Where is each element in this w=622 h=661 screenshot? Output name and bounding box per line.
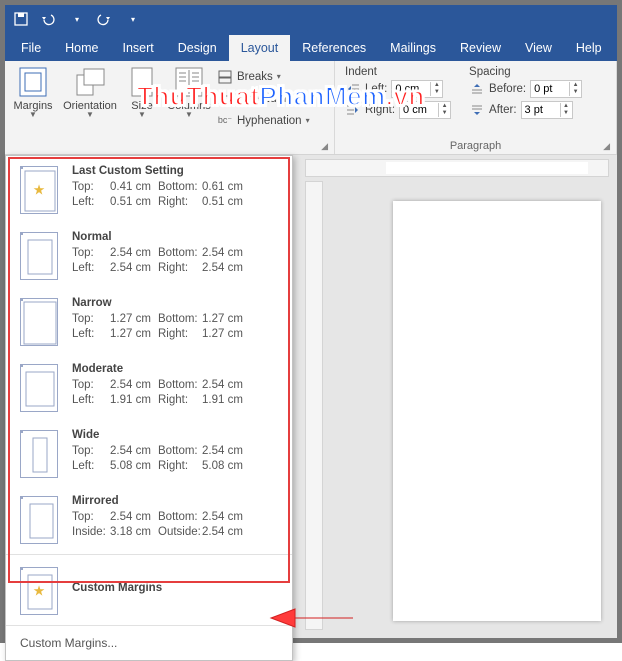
indent-left-input[interactable]: ▲▼ bbox=[391, 80, 443, 98]
ribbon-tabs: File Home Insert Design Layout Reference… bbox=[5, 33, 617, 61]
size-icon bbox=[126, 66, 158, 98]
vertical-ruler[interactable] bbox=[305, 181, 323, 630]
tab-home[interactable]: Home bbox=[53, 35, 110, 61]
document-page[interactable] bbox=[393, 201, 601, 621]
spacing-after-icon bbox=[469, 102, 485, 118]
tab-mailings[interactable]: Mailings bbox=[378, 35, 448, 61]
orientation-button[interactable]: Orientation▼ bbox=[61, 64, 119, 119]
margins-option-custom[interactable]: Custom Margins bbox=[6, 557, 292, 623]
tab-file[interactable]: File bbox=[9, 35, 53, 61]
margins-option-title: Normal bbox=[72, 230, 250, 246]
group-page-setup: Margins▼ Orientation▼ Size▼ Columns▼ Bre… bbox=[5, 61, 335, 154]
indent-left-icon bbox=[345, 81, 361, 97]
margins-thumb-icon bbox=[20, 166, 58, 214]
spacing-before-input[interactable]: ▲▼ bbox=[530, 80, 582, 98]
columns-icon bbox=[173, 66, 205, 98]
breaks-button[interactable]: Breaks ▾ bbox=[217, 66, 317, 87]
spacing-before-icon bbox=[469, 81, 485, 97]
indent-right-icon bbox=[345, 102, 361, 118]
breaks-label: Breaks bbox=[237, 71, 273, 83]
qat-customize-icon[interactable]: ▾ bbox=[69, 11, 85, 27]
custom-margins-link[interactable]: Custom Margins... bbox=[6, 628, 292, 660]
svg-text:2: 2 bbox=[218, 100, 222, 106]
spacing-after-label: After: bbox=[489, 104, 516, 116]
margins-thumb-icon bbox=[20, 298, 58, 346]
indent-right-label: Right: bbox=[365, 104, 395, 116]
paragraph-group-label: Paragraph bbox=[450, 140, 501, 152]
horizontal-ruler[interactable] bbox=[305, 159, 609, 177]
page-setup-dialog-launcher[interactable]: ◢ bbox=[321, 141, 328, 152]
quick-access-toolbar: ▾ ▾ bbox=[5, 5, 617, 33]
margins-icon bbox=[17, 66, 49, 98]
margins-thumb-icon bbox=[20, 496, 58, 544]
hyphenation-icon: bc⁻ bbox=[217, 113, 233, 129]
touch-mode-icon[interactable]: ▾ bbox=[125, 11, 141, 27]
columns-button[interactable]: Columns▼ bbox=[165, 64, 213, 119]
tab-view[interactable]: View bbox=[513, 35, 564, 61]
margins-option-title: Moderate bbox=[72, 362, 250, 378]
margins-option-title: Mirrored bbox=[72, 494, 250, 510]
spacing-section: Spacing Before: ▲▼ After: ▲▼ bbox=[469, 66, 582, 139]
margins-option-narrow[interactable]: Narrow Top:1.27 cmBottom:1.27 cm Left:1.… bbox=[6, 288, 292, 354]
hyphenation-label: Hyphenation bbox=[237, 115, 302, 127]
margins-option-mirrored[interactable]: Mirrored Top:2.54 cmBottom:2.54 cm Insid… bbox=[6, 486, 292, 552]
size-button[interactable]: Size▼ bbox=[123, 64, 161, 119]
margins-dropdown: Last Custom Setting Top:0.41 cmBottom:0.… bbox=[5, 155, 293, 661]
spacing-after-input[interactable]: ▲▼ bbox=[521, 101, 573, 119]
margins-button[interactable]: Margins▼ bbox=[9, 64, 57, 119]
paragraph-dialog-launcher[interactable]: ◢ bbox=[603, 141, 610, 152]
indent-section: Indent Left: ▲▼ Right: ▲▼ bbox=[345, 66, 451, 139]
group-paragraph: Indent Left: ▲▼ Right: ▲▼ Spacing Before… bbox=[335, 61, 617, 154]
indent-right-input[interactable]: ▲▼ bbox=[399, 101, 451, 119]
margins-option-normal[interactable]: Normal Top:2.54 cmBottom:2.54 cm Left:2.… bbox=[6, 222, 292, 288]
margins-thumb-icon bbox=[20, 364, 58, 412]
spacing-heading: Spacing bbox=[469, 66, 582, 78]
tab-references[interactable]: References bbox=[290, 35, 378, 61]
tab-review[interactable]: Review bbox=[448, 35, 513, 61]
annotation-arrow bbox=[265, 603, 355, 633]
tab-insert[interactable]: Insert bbox=[111, 35, 166, 61]
margins-option-last custom setting[interactable]: Last Custom Setting Top:0.41 cmBottom:0.… bbox=[6, 156, 292, 222]
margins-thumb-icon bbox=[20, 567, 58, 615]
tab-design[interactable]: Design bbox=[166, 35, 229, 61]
margins-option-title: Wide bbox=[72, 428, 250, 444]
redo-icon[interactable] bbox=[97, 11, 113, 27]
undo-icon[interactable] bbox=[41, 11, 57, 27]
line-numbers-button[interactable]: 12Line Numbers ▾ bbox=[217, 88, 317, 109]
margins-thumb-icon bbox=[20, 232, 58, 280]
spacing-before-label: Before: bbox=[489, 83, 526, 95]
margins-option-moderate[interactable]: Moderate Top:2.54 cmBottom:2.54 cm Left:… bbox=[6, 354, 292, 420]
breaks-icon bbox=[217, 69, 233, 85]
margins-option-wide[interactable]: Wide Top:2.54 cmBottom:2.54 cm Left:5.08… bbox=[6, 420, 292, 486]
indent-left-label: Left: bbox=[365, 83, 387, 95]
tab-layout[interactable]: Layout bbox=[229, 35, 291, 61]
indent-heading: Indent bbox=[345, 66, 451, 78]
margins-thumb-icon bbox=[20, 430, 58, 478]
orientation-icon bbox=[74, 66, 106, 98]
hyphenation-button[interactable]: bc⁻Hyphenation ▾ bbox=[217, 110, 317, 131]
tab-help[interactable]: Help bbox=[564, 35, 614, 61]
margins-option-title: Last Custom Setting bbox=[72, 164, 250, 180]
ribbon: Margins▼ Orientation▼ Size▼ Columns▼ Bre… bbox=[5, 61, 617, 155]
line-numbers-label: Line Numbers bbox=[237, 93, 309, 105]
save-icon[interactable] bbox=[13, 11, 29, 27]
line-numbers-icon: 12 bbox=[217, 91, 233, 107]
margins-option-title: Narrow bbox=[72, 296, 250, 312]
